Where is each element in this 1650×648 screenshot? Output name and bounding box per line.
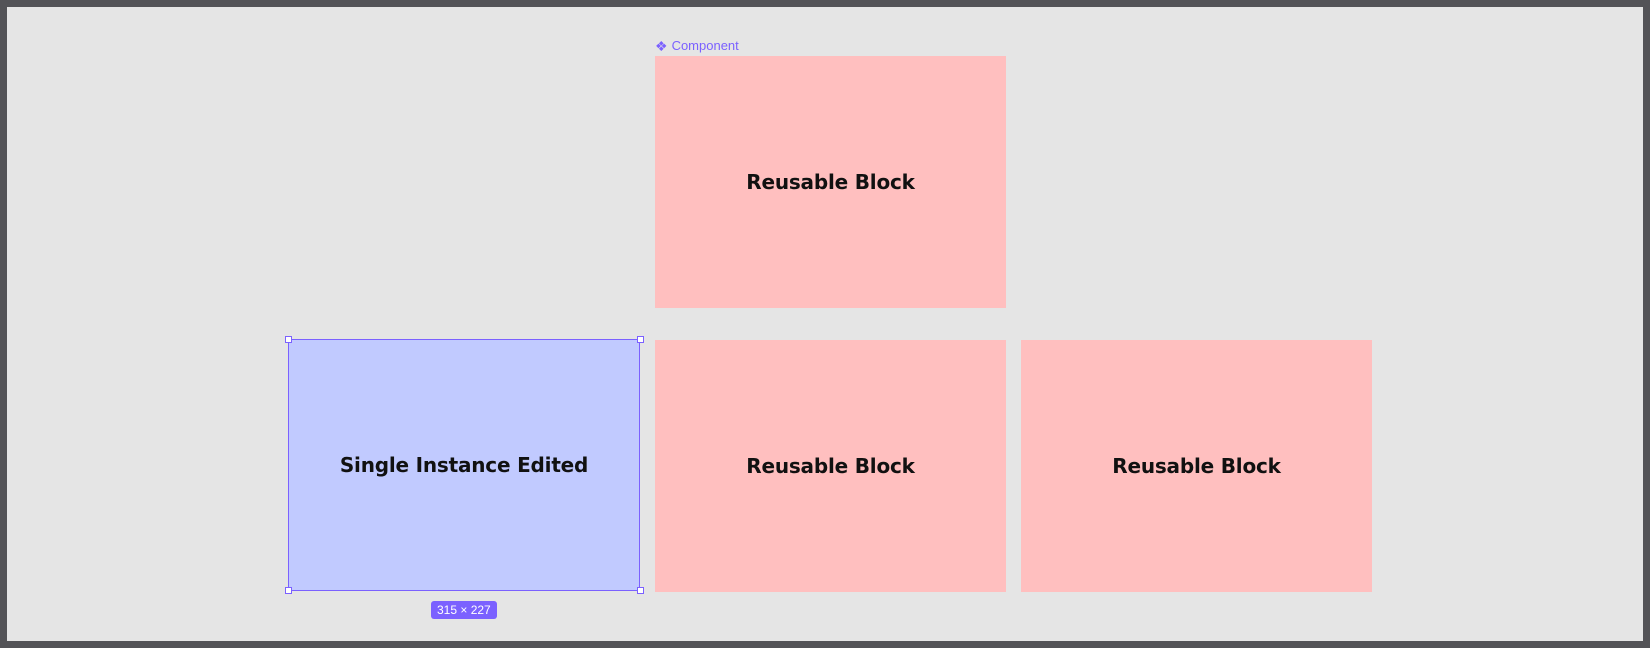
instance-frame[interactable]: Reusable Block [655, 340, 1006, 592]
instance-frame-selected[interactable]: Single Instance Edited [288, 339, 640, 591]
selection-dimensions-badge: 315 × 227 [431, 601, 497, 619]
instance-text: Reusable Block [746, 454, 915, 478]
design-canvas[interactable]: ❖ Component Reusable Block Single Instan… [7, 7, 1643, 641]
instance-frame[interactable]: Reusable Block [1021, 340, 1372, 592]
resize-handle-bottom-right[interactable] [637, 587, 644, 594]
component-icon: ❖ [655, 38, 668, 54]
resize-handle-top-left[interactable] [285, 336, 292, 343]
main-component-text: Reusable Block [746, 170, 915, 194]
main-component-frame[interactable]: Reusable Block [655, 56, 1006, 308]
component-label-text: Component [671, 38, 739, 53]
instance-text: Single Instance Edited [339, 453, 589, 477]
component-name-label[interactable]: ❖ Component [655, 38, 739, 54]
resize-handle-bottom-left[interactable] [285, 587, 292, 594]
instance-text: Reusable Block [1112, 454, 1281, 478]
resize-handle-top-right[interactable] [637, 336, 644, 343]
